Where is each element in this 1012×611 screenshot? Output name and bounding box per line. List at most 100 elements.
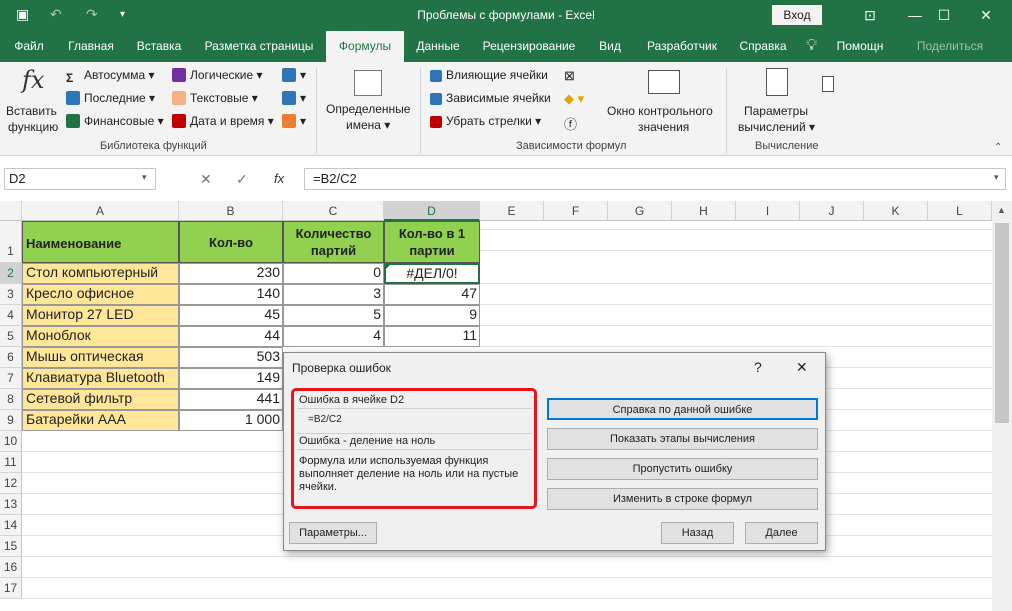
tab-help[interactable]: Справка: [734, 31, 792, 62]
name-box[interactable]: D2: [4, 168, 156, 190]
calc-options-icon[interactable]: [766, 68, 788, 96]
edit-in-formula-bar-button[interactable]: Изменить в строке формул: [547, 488, 818, 510]
row-header[interactable]: 5: [0, 326, 22, 347]
watch-window-label-1[interactable]: Окно контрольного: [607, 104, 713, 118]
row-header[interactable]: 4: [0, 305, 22, 326]
scroll-up-icon[interactable]: ▲: [997, 205, 1006, 215]
row-header[interactable]: 16: [0, 557, 22, 578]
help-on-error-button[interactable]: Справка по данной ошибке: [547, 398, 818, 420]
insert-function-label-1[interactable]: Вставить: [6, 104, 57, 118]
ribbon-display-icon[interactable]: ⊡: [850, 3, 890, 27]
insert-function-label-2[interactable]: функцию: [8, 120, 58, 134]
cell-a8[interactable]: Сетевой фильтр: [22, 389, 179, 410]
name-box-dropdown-icon[interactable]: ▾: [142, 172, 147, 183]
tab-page-layout[interactable]: Разметка страницы: [196, 31, 322, 62]
row-header[interactable]: 8: [0, 389, 22, 410]
column-header-l[interactable]: L: [928, 201, 992, 221]
cell-a7[interactable]: Клавиатура Bluetooth: [22, 368, 179, 389]
tab-tell-me[interactable]: Помощн: [832, 31, 888, 62]
autosum-button[interactable]: Σ Автосумма ▾: [66, 68, 155, 85]
error-checking-icon[interactable]: ◆ ▾: [564, 91, 584, 107]
math-button[interactable]: ▾: [282, 91, 306, 105]
column-header-k[interactable]: K: [864, 201, 928, 221]
lookup-button[interactable]: ▾: [282, 68, 306, 82]
vertical-scrollbar[interactable]: ▲: [992, 201, 1012, 611]
previous-button[interactable]: Назад: [661, 522, 734, 544]
column-header-c[interactable]: C: [283, 201, 384, 221]
collapse-ribbon-icon[interactable]: ⌃: [994, 142, 1002, 153]
select-all-corner[interactable]: [0, 201, 22, 221]
row-header[interactable]: 11: [0, 452, 22, 473]
share-button[interactable]: Поделиться: [902, 31, 998, 62]
cell-c1[interactable]: Количество партий: [283, 221, 384, 263]
tab-formulas[interactable]: Формулы: [326, 31, 404, 62]
tab-file[interactable]: Файл: [8, 31, 50, 62]
calculate-now-icon[interactable]: [822, 76, 834, 92]
formula-input[interactable]: =B2/C2: [304, 168, 1006, 190]
trace-dependents-button[interactable]: Зависимые ячейки: [430, 91, 551, 105]
dialog-close-icon[interactable]: ✕: [796, 359, 808, 376]
name-manager-icon[interactable]: [354, 70, 382, 96]
show-calc-steps-button[interactable]: Показать этапы вычисления: [547, 428, 818, 450]
cell-a4[interactable]: Монитор 27 LED: [22, 305, 179, 326]
column-header-g[interactable]: G: [608, 201, 672, 221]
column-header-j[interactable]: J: [800, 201, 864, 221]
cell-b6[interactable]: 503: [179, 347, 283, 368]
tab-insert[interactable]: Вставка: [130, 31, 188, 62]
cell-b7[interactable]: 149: [179, 368, 283, 389]
financial-button[interactable]: Финансовые ▾: [66, 114, 164, 128]
row-header[interactable]: 3: [0, 284, 22, 305]
expand-formula-bar-icon[interactable]: ▾: [994, 172, 999, 183]
cell-a2[interactable]: Стол компьютерный: [22, 263, 179, 284]
evaluate-formula-icon[interactable]: ⓕ: [564, 114, 577, 133]
row-header[interactable]: 2: [0, 263, 22, 284]
close-icon[interactable]: ✕: [966, 3, 1006, 27]
scrollbar-thumb[interactable]: [995, 223, 1009, 423]
next-button[interactable]: Далее: [745, 522, 818, 544]
row-header[interactable]: 9: [0, 410, 22, 431]
trace-precedents-button[interactable]: Влияющие ячейки: [430, 68, 548, 82]
cell-d4[interactable]: 9: [384, 305, 480, 326]
column-header-f[interactable]: F: [544, 201, 608, 221]
row-header[interactable]: 1: [0, 221, 22, 263]
cell-a3[interactable]: Кресло офисное: [22, 284, 179, 305]
cell-d5[interactable]: 11: [384, 326, 480, 347]
defined-names-label-1[interactable]: Определенные: [326, 102, 410, 116]
cell-b3[interactable]: 140: [179, 284, 283, 305]
cancel-icon[interactable]: ✕: [200, 171, 212, 188]
column-header-d[interactable]: D: [384, 201, 480, 221]
column-header-a[interactable]: A: [22, 201, 179, 221]
cell-b9[interactable]: 1 000: [179, 410, 283, 431]
row-header[interactable]: 7: [0, 368, 22, 389]
row-header[interactable]: 12: [0, 473, 22, 494]
watch-window-label-2[interactable]: значения: [638, 120, 689, 134]
row-header[interactable]: 10: [0, 431, 22, 452]
cell-d1[interactable]: Кол-во в 1 партии: [384, 221, 480, 263]
enter-icon[interactable]: ✓: [236, 171, 248, 188]
watch-window-icon[interactable]: [648, 70, 680, 94]
dialog-help-icon[interactable]: ?: [754, 359, 762, 375]
column-header-e[interactable]: E: [480, 201, 544, 221]
tab-developer[interactable]: Разработчик: [636, 31, 728, 62]
ignore-error-button[interactable]: Пропустить ошибку: [547, 458, 818, 480]
cell-a1[interactable]: Наименование: [22, 221, 179, 263]
login-button[interactable]: Вход: [772, 5, 822, 25]
cell-d3[interactable]: 47: [384, 284, 480, 305]
tab-data[interactable]: Данные: [408, 31, 468, 62]
row-header[interactable]: 14: [0, 515, 22, 536]
cell-d2[interactable]: #ДЕЛ/0!: [384, 263, 480, 284]
calc-options-label-2[interactable]: вычислений ▾: [738, 120, 815, 134]
defined-names-label-2[interactable]: имена ▾: [346, 118, 390, 132]
insert-function-icon[interactable]: fx: [22, 66, 44, 94]
cell-b8[interactable]: 441: [179, 389, 283, 410]
tab-home[interactable]: Главная: [60, 31, 122, 62]
insert-function-fx-icon[interactable]: fx: [274, 171, 284, 186]
recent-button[interactable]: Последние ▾: [66, 91, 155, 105]
logical-button[interactable]: Логические ▾: [172, 68, 263, 82]
tab-view[interactable]: Вид: [592, 31, 628, 62]
row-header[interactable]: 13: [0, 494, 22, 515]
show-formulas-icon[interactable]: ⊠: [564, 68, 575, 84]
cell-a5[interactable]: Моноблок: [22, 326, 179, 347]
datetime-button[interactable]: Дата и время ▾: [172, 114, 274, 128]
cell-a6[interactable]: Мышь оптическая: [22, 347, 179, 368]
